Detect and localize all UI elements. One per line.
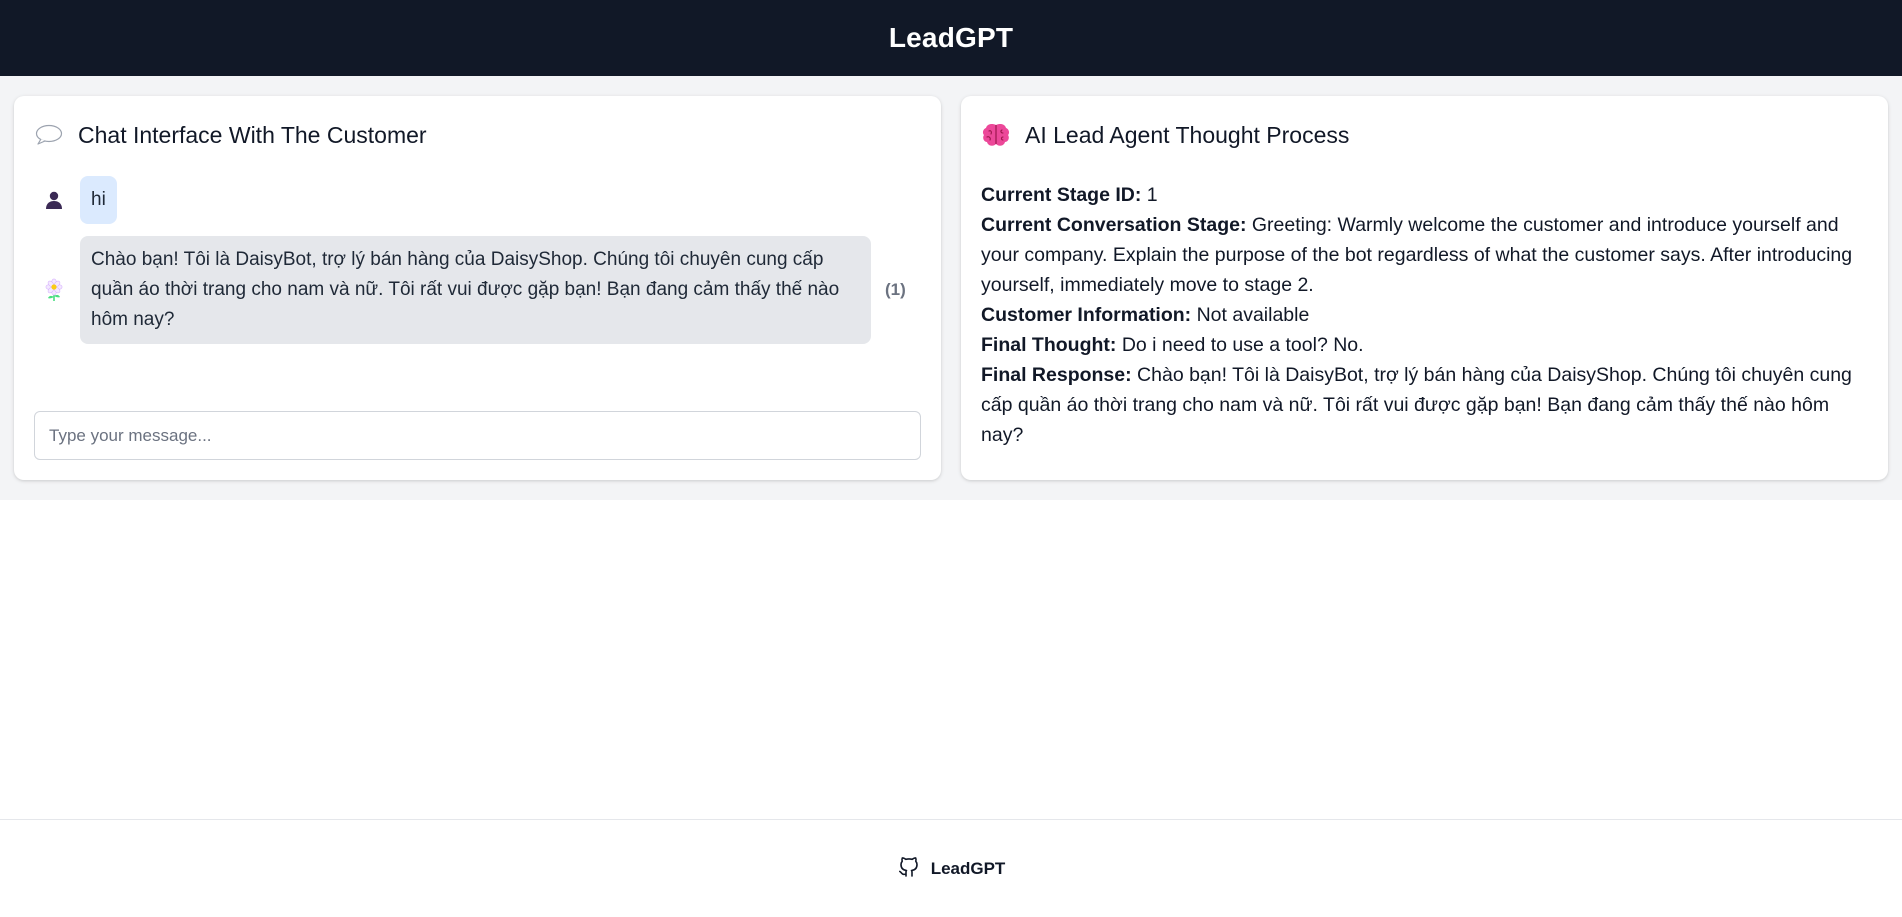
bot-message-bubble: Chào bạn! Tôi là DaisyBot, trợ lý bán hà… bbox=[80, 236, 871, 344]
field-value: Do i need to use a tool? No. bbox=[1121, 334, 1364, 356]
page-footer: LeadGPT bbox=[0, 819, 1902, 917]
thought-details: Current Stage ID: 1 Current Conversation… bbox=[981, 180, 1868, 450]
field-label: Final Response: bbox=[981, 364, 1132, 386]
app-title: LeadGPT bbox=[888, 22, 1014, 53]
user-avatar-icon bbox=[38, 184, 70, 216]
field-value: Not available bbox=[1196, 304, 1310, 326]
field-label: Current Stage ID: bbox=[981, 184, 1142, 206]
thought-panel: AI Lead Agent Thought Process Current St… bbox=[961, 96, 1888, 480]
footer-label[interactable]: LeadGPT bbox=[931, 859, 1006, 879]
field-label: Current Conversation Stage: bbox=[981, 214, 1247, 236]
field-label: Customer Information: bbox=[981, 304, 1192, 326]
top-header: LeadGPT bbox=[0, 0, 1902, 76]
conversation-stage-row: Current Conversation Stage: Greeting: Wa… bbox=[981, 210, 1868, 300]
chat-message-user: hi bbox=[34, 176, 921, 224]
flower-bot-icon bbox=[38, 274, 70, 306]
user-message-bubble: hi bbox=[80, 176, 117, 224]
current-stage-id-row: Current Stage ID: 1 bbox=[981, 180, 1868, 210]
brain-icon bbox=[981, 120, 1011, 150]
customer-information-row: Customer Information: Not available bbox=[981, 300, 1868, 330]
final-thought-row: Final Thought: Do i need to use a tool? … bbox=[981, 330, 1868, 360]
field-value: 1 bbox=[1146, 184, 1158, 206]
thought-panel-title: AI Lead Agent Thought Process bbox=[1025, 121, 1350, 148]
field-label: Final Thought: bbox=[981, 334, 1117, 356]
chat-message-bot: Chào bạn! Tôi là DaisyBot, trợ lý bán hà… bbox=[34, 236, 921, 344]
message-input[interactable] bbox=[34, 411, 921, 460]
github-icon[interactable] bbox=[897, 854, 921, 883]
message-count-badge: (1) bbox=[885, 280, 906, 299]
speech-bubble-icon bbox=[34, 120, 64, 150]
final-response-row: Final Response: Chào bạn! Tôi là DaisyBo… bbox=[981, 360, 1868, 450]
chat-panel: Chat Interface With The Customer hi Chào… bbox=[14, 96, 941, 480]
thought-panel-header: AI Lead Agent Thought Process bbox=[981, 118, 1868, 152]
chat-panel-header: Chat Interface With The Customer bbox=[34, 118, 921, 152]
chat-panel-title: Chat Interface With The Customer bbox=[78, 121, 427, 148]
chat-message-list: hi Chào bạn! Tôi là DaisyBot, trợ lý bán… bbox=[34, 176, 921, 344]
main-area: Chat Interface With The Customer hi Chào… bbox=[0, 76, 1902, 500]
